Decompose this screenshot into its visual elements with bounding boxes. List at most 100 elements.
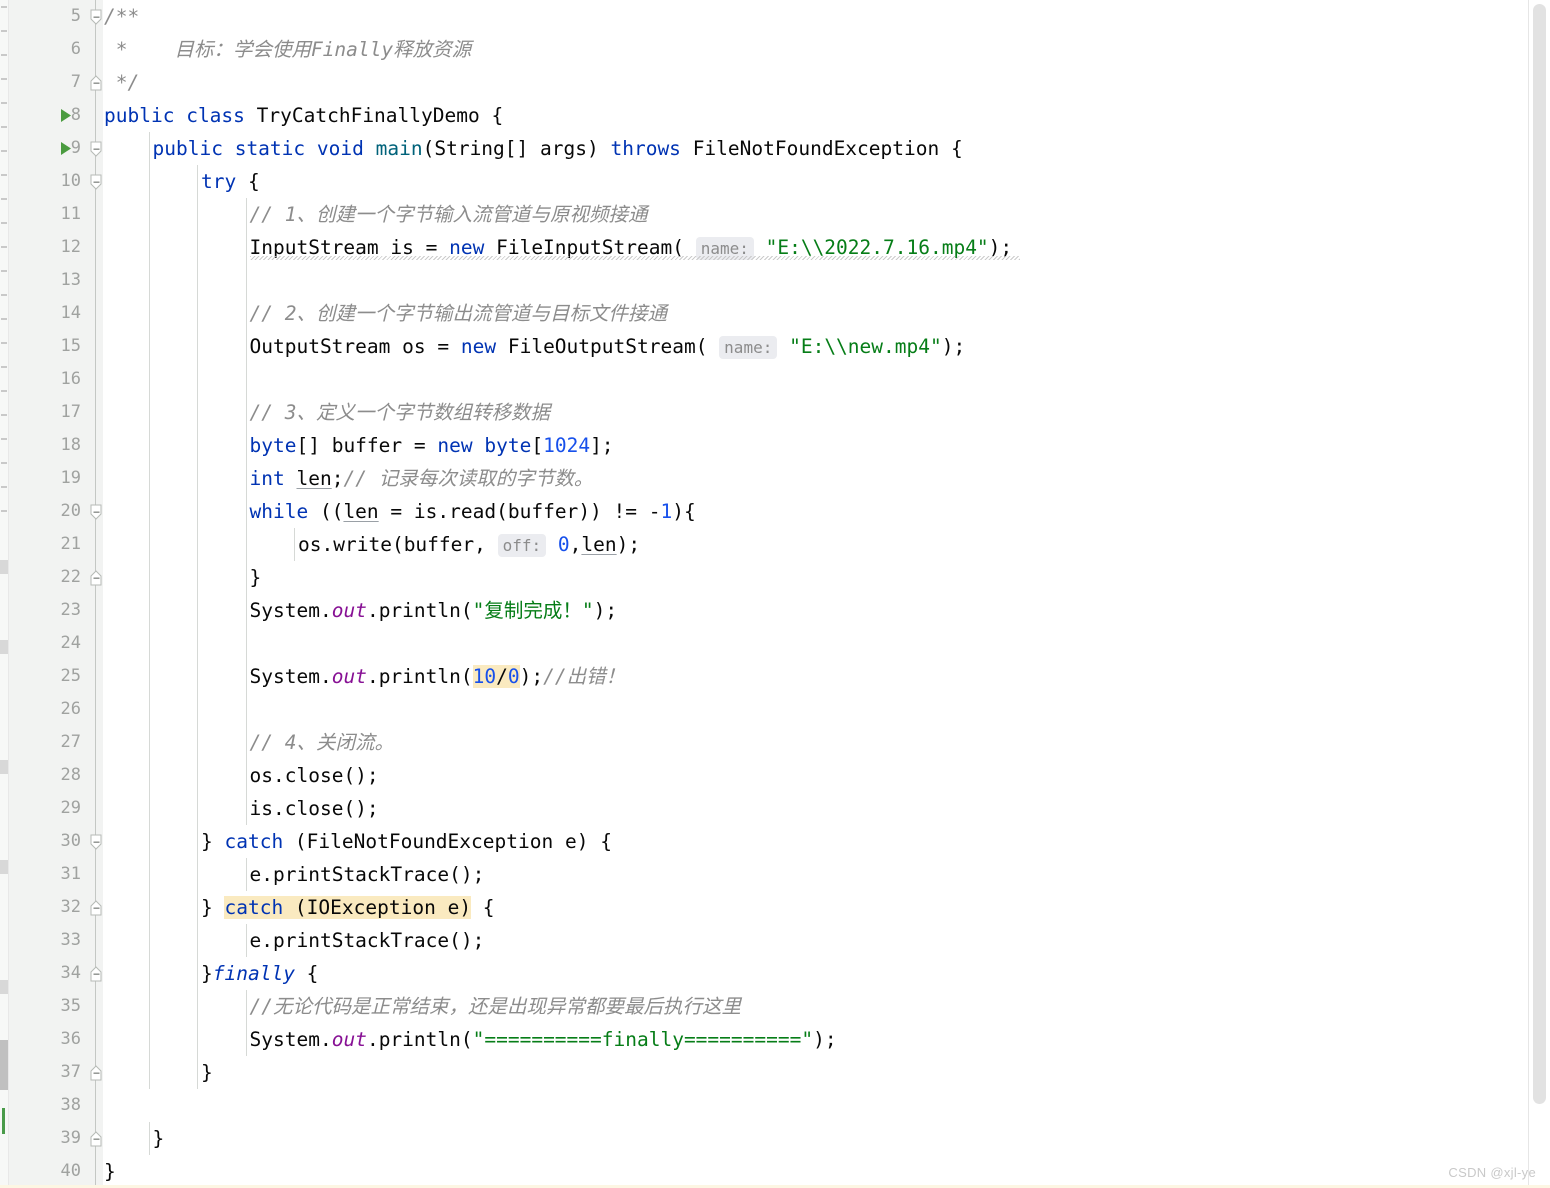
code-line[interactable]: try { (104, 165, 1525, 198)
comment-token: // 记录每次读取的字节数。 (343, 467, 594, 490)
code-line[interactable]: e.printStackTrace(); (104, 924, 1525, 957)
indent-guide (148, 891, 150, 924)
line-number[interactable]: 24 (15, 627, 81, 660)
fold-toggle-icon[interactable] (90, 1056, 102, 1089)
code-line[interactable] (104, 627, 1525, 660)
fold-toggle-icon[interactable] (90, 132, 102, 165)
fold-toggle-icon[interactable] (90, 1122, 102, 1155)
line-number[interactable]: 38 (15, 1089, 81, 1122)
code-line[interactable]: System.out.println(10/0);//出错！ (104, 660, 1525, 693)
code-folding-gutter[interactable] (89, 0, 103, 1188)
line-number[interactable]: 30 (15, 825, 81, 858)
code-line[interactable]: InputStream is = new FileInputStream( na… (104, 231, 1525, 264)
line-number[interactable]: 20 (15, 495, 81, 528)
fold-toggle-icon[interactable] (90, 495, 102, 528)
code-line[interactable]: System.out.println("==========finally===… (104, 1023, 1525, 1056)
code-line[interactable]: // 2、创建一个字节输出流管道与目标文件接通 (104, 297, 1525, 330)
code-line[interactable]: byte[] buffer = new byte[1024]; (104, 429, 1525, 462)
code-line[interactable]: }finally { (104, 957, 1525, 990)
code-line[interactable]: int len;// 记录每次读取的字节数。 (104, 462, 1525, 495)
line-number[interactable]: 5 (15, 0, 81, 33)
line-number[interactable]: 18 (15, 429, 81, 462)
line-number[interactable]: 34 (15, 957, 81, 990)
line-number[interactable]: 29 (15, 792, 81, 825)
code-line[interactable]: } catch (FileNotFoundException e) { (104, 825, 1525, 858)
code-line[interactable]: } (104, 1122, 1525, 1155)
code-line[interactable]: os.close(); (104, 759, 1525, 792)
annotation-tick (1, 150, 7, 152)
line-number[interactable]: 23 (15, 594, 81, 627)
code-line[interactable] (104, 264, 1525, 297)
code-line[interactable]: //无论代码是正常结束，还是出现异常都要最后执行这里 (104, 990, 1525, 1023)
line-number[interactable]: 11 (15, 198, 81, 231)
line-number[interactable]: 19 (15, 462, 81, 495)
indent-guide (148, 594, 150, 627)
fold-toggle-icon[interactable] (90, 165, 102, 198)
code-line[interactable]: public class TryCatchFinallyDemo { (104, 99, 1525, 132)
code-line[interactable]: // 4、关闭流。 (104, 726, 1525, 759)
line-number[interactable]: 13 (15, 264, 81, 297)
code-text-area[interactable]: /** * 目标：学会使用Finally释放资源 */ public class … (104, 0, 1525, 1188)
number-literal: 0 (507, 665, 520, 688)
line-number[interactable]: 14 (15, 297, 81, 330)
indent-guide (294, 528, 295, 561)
line-number[interactable]: 12 (15, 231, 81, 264)
code-line[interactable]: is.close(); (104, 792, 1525, 825)
line-number[interactable]: 33 (15, 924, 81, 957)
fold-toggle-icon[interactable] (90, 0, 102, 33)
vertical-scrollbar[interactable] (1528, 0, 1550, 1188)
code-line[interactable]: os.write(buffer, off: 0,len); (104, 528, 1525, 561)
code-line[interactable] (104, 1089, 1525, 1122)
line-number[interactable]: 22 (15, 561, 81, 594)
search-match-highlight: 10/0 (472, 665, 520, 688)
fold-toggle-icon[interactable] (90, 957, 102, 990)
indent-guide (197, 891, 198, 924)
line-number[interactable]: 27 (15, 726, 81, 759)
code-line[interactable]: public static void main(String[] args) t… (104, 132, 1525, 165)
line-number[interactable]: 25 (15, 660, 81, 693)
code-line[interactable]: } (104, 561, 1525, 594)
code-line-content: } (104, 1160, 116, 1183)
line-number[interactable]: 36 (15, 1023, 81, 1056)
line-number[interactable]: 26 (15, 693, 81, 726)
code-line[interactable]: } (104, 1056, 1525, 1089)
fold-toggle-icon[interactable] (90, 891, 102, 924)
code-line[interactable]: // 3、定义一个字节数组转移数据 (104, 396, 1525, 429)
code-line[interactable]: while ((len = is.read(buffer)) != -1){ (104, 495, 1525, 528)
fold-toggle-icon[interactable] (90, 825, 102, 858)
code-line[interactable]: System.out.println("复制完成！"); (104, 594, 1525, 627)
line-number[interactable]: 21 (15, 528, 81, 561)
code-line[interactable] (104, 363, 1525, 396)
code-line[interactable]: // 1、创建一个字节输入流管道与原视频接通 (104, 198, 1525, 231)
code-line[interactable]: OutputStream os = new FileOutputStream( … (104, 330, 1525, 363)
line-number[interactable]: 10 (15, 165, 81, 198)
line-number[interactable]: 28 (15, 759, 81, 792)
indent-guide (148, 957, 150, 990)
fold-toggle-icon[interactable] (90, 66, 102, 99)
line-number[interactable]: 6 (15, 33, 81, 66)
line-number[interactable]: 16 (15, 363, 81, 396)
line-number[interactable]: 39 (15, 1122, 81, 1155)
line-number[interactable]: 35 (15, 990, 81, 1023)
code-line[interactable]: * 目标：学会使用Finally释放资源 (104, 33, 1525, 66)
fold-toggle-icon[interactable] (90, 561, 102, 594)
line-number[interactable]: 17 (15, 396, 81, 429)
run-gutter-icon[interactable] (59, 132, 73, 165)
code-line[interactable]: e.printStackTrace(); (104, 858, 1525, 891)
code-line[interactable]: */ (104, 66, 1525, 99)
line-number[interactable]: 15 (15, 330, 81, 363)
line-number[interactable]: 7 (15, 66, 81, 99)
line-number[interactable]: 40 (15, 1155, 81, 1188)
line-number[interactable]: 31 (15, 858, 81, 891)
code-line[interactable]: } catch (IOException e) { (104, 891, 1525, 924)
indent-guide (148, 231, 150, 264)
scrollbar-thumb[interactable] (1533, 4, 1546, 1104)
run-gutter-icon[interactable] (59, 99, 73, 132)
code-line[interactable] (104, 693, 1525, 726)
annotation-tick (1, 54, 7, 56)
line-number[interactable]: 32 (15, 891, 81, 924)
line-number[interactable]: 37 (15, 1056, 81, 1089)
indent-guide (148, 429, 150, 462)
code-line[interactable]: /** (104, 0, 1525, 33)
code-line[interactable]: } (104, 1155, 1525, 1188)
